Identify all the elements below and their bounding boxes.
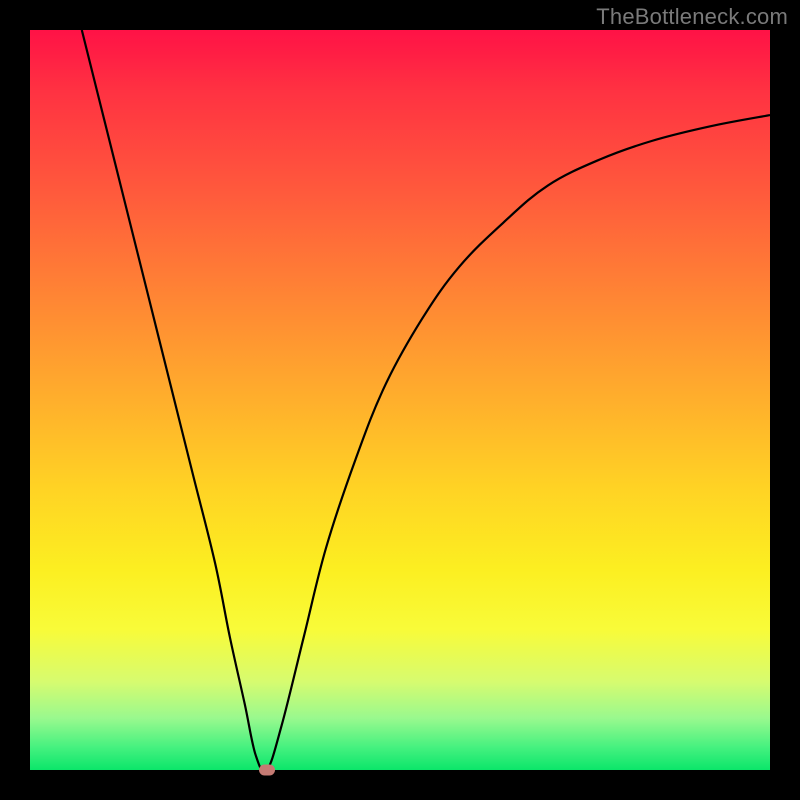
plot-area xyxy=(30,30,770,770)
bottleneck-curve xyxy=(30,30,770,770)
curve-line xyxy=(82,30,770,772)
chart-frame: TheBottleneck.com xyxy=(0,0,800,800)
watermark-text: TheBottleneck.com xyxy=(596,4,788,30)
minimum-marker xyxy=(259,765,275,776)
